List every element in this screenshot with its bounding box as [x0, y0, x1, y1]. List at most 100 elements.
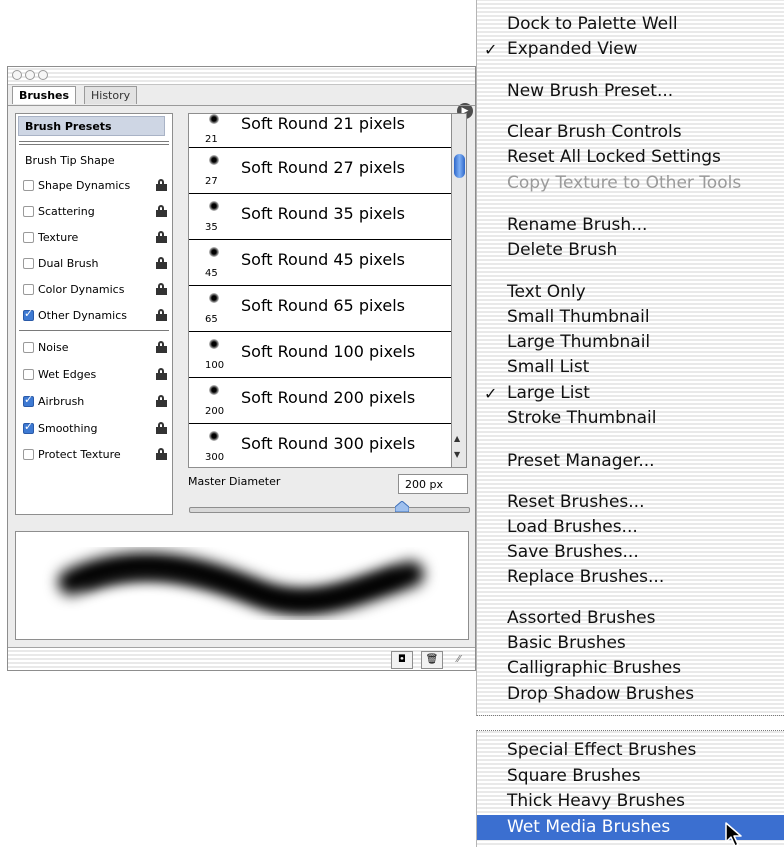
- option-scattering[interactable]: Scattering: [21, 202, 169, 222]
- dual-brush-checkbox[interactable]: [23, 258, 34, 269]
- brush-preset-list[interactable]: 21 Soft Round 21 pixels 27 Soft Round 27…: [188, 113, 452, 468]
- smoothing-checkbox[interactable]: [23, 420, 34, 434]
- menu-item-label: Wet Media Brushes: [507, 817, 671, 837]
- menu-item-label: Copy Texture to Other Tools: [507, 173, 742, 193]
- close-window-button[interactable]: [12, 70, 22, 80]
- zoom-window-button[interactable]: [38, 70, 48, 80]
- menu-item-calligraphic-brushes[interactable]: Calligraphic Brushes: [477, 656, 784, 681]
- menu-item-text-only[interactable]: Text Only: [477, 280, 784, 305]
- lock-icon[interactable]: [156, 179, 167, 191]
- palette-flyout-menu: Dock to Palette Well ✓ Expanded View New …: [476, 0, 784, 716]
- menu-item-replace-brushes[interactable]: Replace Brushes...: [477, 565, 784, 590]
- menu-item-thick-heavy-brushes[interactable]: Thick Heavy Brushes: [477, 789, 784, 814]
- menu-item-square-brushes[interactable]: Square Brushes: [477, 764, 784, 789]
- menu-item-reset-brushes[interactable]: Reset Brushes...: [477, 490, 784, 515]
- trash-icon[interactable]: 🗑: [421, 651, 443, 669]
- list-item[interactable]: 35 Soft Round 35 pixels: [189, 194, 451, 240]
- menu-item-small-thumbnail[interactable]: Small Thumbnail: [477, 305, 784, 330]
- lock-icon[interactable]: [156, 205, 167, 217]
- shape-dynamics-checkbox[interactable]: [23, 180, 34, 191]
- option-noise[interactable]: Noise: [21, 338, 169, 358]
- menu-item-label: Reset All Locked Settings: [507, 147, 721, 167]
- other-dynamics-checkbox[interactable]: [23, 307, 34, 321]
- lock-icon[interactable]: [156, 368, 167, 380]
- menu-item-preset-manager[interactable]: Preset Manager...: [477, 449, 784, 474]
- list-item[interactable]: 65 Soft Round 65 pixels: [189, 286, 451, 332]
- lock-icon[interactable]: [156, 257, 167, 269]
- option-label: Texture: [38, 231, 79, 244]
- option-protect-texture[interactable]: Protect Texture: [21, 445, 169, 465]
- wet-edges-checkbox[interactable]: [23, 369, 34, 380]
- list-item[interactable]: 45 Soft Round 45 pixels: [189, 240, 451, 286]
- menu-item-basic-brushes[interactable]: Basic Brushes: [477, 631, 784, 656]
- tab-brushes[interactable]: Brushes: [12, 86, 77, 104]
- tab-divider: [8, 105, 475, 106]
- tab-history[interactable]: History: [84, 86, 138, 104]
- menu-item-save-brushes[interactable]: Save Brushes...: [477, 540, 784, 565]
- resize-grip-icon[interactable]: ⁄⁄: [457, 654, 460, 665]
- menu-item-clear-brush-controls[interactable]: Clear Brush Controls: [477, 120, 784, 145]
- menu-item-label: Special Effect Brushes: [507, 740, 697, 760]
- brush-size: 21: [205, 134, 218, 145]
- texture-checkbox[interactable]: [23, 232, 34, 243]
- scroll-up-arrow-icon[interactable]: ▲: [454, 434, 460, 443]
- list-item[interactable]: 27 Soft Round 27 pixels: [189, 148, 451, 194]
- list-item[interactable]: 300 Soft Round 300 pixels: [189, 424, 451, 467]
- option-airbrush[interactable]: Airbrush: [21, 392, 169, 412]
- palette-titlebar[interactable]: [8, 67, 475, 85]
- airbrush-checkbox[interactable]: [23, 393, 34, 407]
- menu-item-drop-shadow-brushes[interactable]: Drop Shadow Brushes: [477, 682, 784, 707]
- master-diameter-slider[interactable]: [189, 507, 470, 513]
- option-other-dynamics[interactable]: Other Dynamics: [21, 306, 169, 326]
- menu-item-label: Calligraphic Brushes: [507, 658, 682, 678]
- menu-item-label: New Brush Preset...: [507, 81, 674, 101]
- lock-icon[interactable]: [156, 231, 167, 243]
- lock-icon[interactable]: [156, 309, 167, 321]
- menu-item-label: Small Thumbnail: [507, 307, 650, 327]
- noise-checkbox[interactable]: [23, 342, 34, 353]
- lock-icon[interactable]: [156, 422, 167, 434]
- option-label: Smoothing: [38, 422, 98, 435]
- option-smoothing[interactable]: Smoothing: [21, 419, 169, 439]
- menu-item-large-thumbnail[interactable]: Large Thumbnail: [477, 330, 784, 355]
- lock-icon[interactable]: [156, 341, 167, 353]
- menu-item-dock[interactable]: Dock to Palette Well: [477, 12, 784, 37]
- menu-item-assorted-brushes[interactable]: Assorted Brushes: [477, 606, 784, 631]
- slider-thumb[interactable]: [395, 501, 409, 512]
- scrollbar-thumb[interactable]: [454, 154, 465, 178]
- list-item[interactable]: 100 Soft Round 100 pixels: [189, 332, 451, 378]
- option-dual-brush[interactable]: Dual Brush: [21, 254, 169, 274]
- stroke-preview: [15, 531, 469, 640]
- brush-presets-item[interactable]: Brush Presets: [18, 116, 165, 136]
- menu-item-large-list[interactable]: ✓ Large List: [477, 381, 784, 406]
- lock-icon[interactable]: [156, 395, 167, 407]
- menu-item-rename-brush[interactable]: Rename Brush...: [477, 213, 784, 238]
- menu-item-new-brush-preset[interactable]: New Brush Preset...: [477, 79, 784, 104]
- menu-item-small-list[interactable]: Small List: [477, 355, 784, 380]
- list-item[interactable]: 200 Soft Round 200 pixels: [189, 378, 451, 424]
- master-diameter-field[interactable]: 200 px: [398, 474, 468, 494]
- scattering-checkbox[interactable]: [23, 206, 34, 217]
- minimize-window-button[interactable]: [25, 70, 35, 80]
- protect-texture-checkbox[interactable]: [23, 449, 34, 460]
- new-brush-icon[interactable]: ◘: [391, 651, 413, 669]
- menu-item-load-brushes[interactable]: Load Brushes...: [477, 515, 784, 540]
- lock-icon[interactable]: [156, 283, 167, 295]
- option-texture[interactable]: Texture: [21, 228, 169, 248]
- color-dynamics-checkbox[interactable]: [23, 284, 34, 295]
- list-item[interactable]: 21 Soft Round 21 pixels: [189, 114, 451, 148]
- menu-item-reset-locked-settings[interactable]: Reset All Locked Settings: [477, 145, 784, 170]
- menu-item-delete-brush[interactable]: Delete Brush: [477, 238, 784, 263]
- brush-list-scrollbar[interactable]: ▲ ▼: [452, 113, 467, 468]
- option-color-dynamics[interactable]: Color Dynamics: [21, 280, 169, 300]
- brush-tip-shape-item[interactable]: Brush Tip Shape: [25, 154, 115, 167]
- option-shape-dynamics[interactable]: Shape Dynamics: [21, 176, 169, 196]
- menu-item-stroke-thumbnail[interactable]: Stroke Thumbnail: [477, 406, 784, 431]
- menu-item-expanded-view[interactable]: ✓ Expanded View: [477, 37, 784, 62]
- divider: [19, 144, 169, 145]
- lock-icon[interactable]: [156, 448, 167, 460]
- menu-item-special-effect-brushes[interactable]: Special Effect Brushes: [477, 738, 784, 763]
- scroll-down-arrow-icon[interactable]: ▼: [454, 450, 460, 459]
- option-wet-edges[interactable]: Wet Edges: [21, 365, 169, 385]
- menu-item-label: Basic Brushes: [507, 633, 626, 653]
